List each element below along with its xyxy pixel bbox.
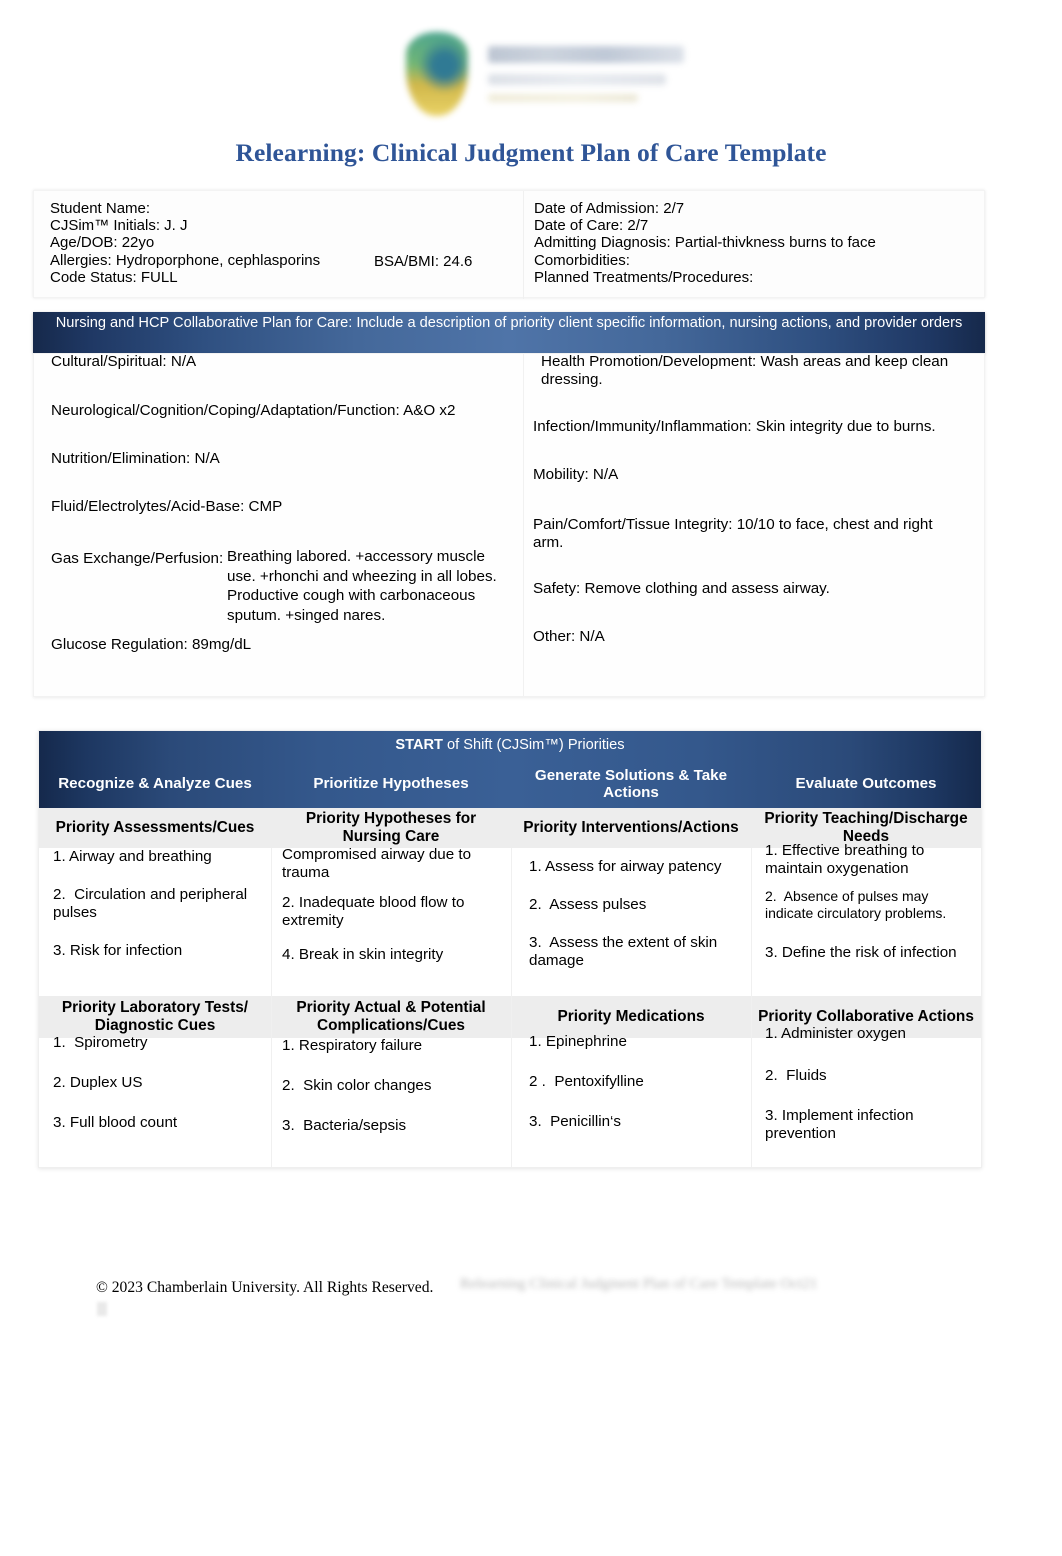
subheader-priority-interventions-actions: Priority Interventions/Actions — [523, 819, 739, 837]
footer-watermark: Relearning Clinical Judgment Plan of Car… — [460, 1276, 818, 1292]
date-of-admission-field[interactable]: Date of Admission: 2/7 — [534, 200, 974, 217]
cell-priority-collaborative-actions[interactable]: 1. Administer oxygen 2. Fluids 3. Implem… — [751, 1025, 981, 1166]
fluid-electrolytes-field[interactable]: Fluid/Electrolytes/Acid-Base: CMP — [51, 498, 506, 516]
logo-wordmark-line-1 — [488, 46, 684, 63]
date-of-care-field[interactable]: Date of Care: 2/7 — [534, 217, 974, 234]
priorities-table-title: START of Shift (CJSim™) Priorities — [39, 731, 981, 760]
planned-treatments-field[interactable]: Planned Treatments/Procedures: — [534, 269, 974, 286]
list-item: 3. Risk for infection — [53, 942, 183, 959]
age-dob-field[interactable]: Age/DOB: 22yo — [50, 234, 520, 251]
chamberlain-university-logo — [398, 28, 688, 120]
list-item: 1. Respiratory failure — [282, 1037, 423, 1054]
document-page: Relearning: Clinical Judgment Plan of Ca… — [0, 0, 1062, 1556]
safety-field[interactable]: Safety: Remove clothing and assess airwa… — [533, 580, 983, 598]
demographics-divider — [523, 191, 524, 299]
neuro-cognition-field[interactable]: Neurological/Cognition/Coping/Adaptation… — [51, 402, 506, 420]
logo-wordmark-line-3 — [488, 94, 638, 102]
admitting-diagnosis-field[interactable]: Admitting Diagnosis: Partial-thivkness b… — [534, 234, 974, 251]
list-item: 1. Effective breathing to maintain oxyge… — [765, 842, 929, 877]
subheader-priority-medications: Priority Medications — [557, 1008, 705, 1026]
shield-icon — [406, 32, 468, 116]
header-generate-solutions: Generate Solutions & Take Actions — [534, 766, 728, 802]
assessment-divider — [523, 354, 524, 696]
cell-priority-lab-tests[interactable]: 1. Spirometry 2. Duplex US 3. Full blood… — [39, 1034, 271, 1166]
column-separator — [751, 848, 752, 1167]
list-item: 2. Skin color changes — [282, 1077, 432, 1094]
cell-priority-medications[interactable]: 1. Epinephrine 2 . Pentoxifylline 3. Pen… — [511, 1033, 751, 1166]
page-title: Relearning: Clinical Judgment Plan of Ca… — [235, 138, 827, 167]
code-status-field[interactable]: Code Status: FULL — [50, 269, 520, 286]
assessment-categories-box: Cultural/Spiritual: N/A Neurological/Cog… — [33, 353, 985, 697]
list-item: 3. Penicillin‘s — [529, 1113, 622, 1130]
comorbidities-field[interactable]: Comorbidities: — [534, 252, 974, 269]
cell-priority-complications-cues[interactable]: 1. Respiratory failure 2. Skin color cha… — [271, 1037, 511, 1166]
logo-wordmark-line-2 — [488, 74, 666, 85]
list-item: 2. Circulation and peripheral pulses — [53, 886, 252, 921]
subheader-priority-lab-tests: Priority Laboratory Tests/ Diagnostic Cu… — [61, 999, 249, 1034]
list-item: 2. Fluids — [765, 1067, 827, 1084]
health-promotion-field[interactable]: Health Promotion/Development: Wash areas… — [541, 353, 983, 389]
priorities-header-row: Recognize & Analyze Cues Prioritize Hypo… — [39, 760, 981, 808]
list-item: 2. Inadequate blood flow to extremity — [282, 894, 469, 929]
header-evaluate-outcomes: Evaluate Outcomes — [795, 775, 937, 793]
list-item: 2. Assess pulses — [529, 896, 647, 913]
gas-exchange-value-first-line[interactable]: Breathing labored. +accessory muscle use… — [227, 547, 506, 625]
cjsim-initials-field[interactable]: CJSim™ Initials: J. J — [50, 217, 520, 234]
column-separator — [271, 848, 272, 1167]
list-item: 3. Assess the extent of skin damage — [529, 934, 722, 969]
bsa-bmi-field[interactable]: BSA/BMI: 24.6 — [374, 253, 472, 270]
priorities-table: START of Shift (CJSim™) Priorities Recog… — [38, 730, 982, 1168]
patient-demographics-box: Student Name: CJSim™ Initials: J. J Age/… — [33, 190, 985, 299]
demographics-right-column: Date of Admission: 2/7 Date of Care: 2/7… — [534, 200, 974, 286]
pain-comfort-field[interactable]: Pain/Comfort/Tissue Integrity: 10/10 to … — [533, 516, 965, 552]
header-recognize-analyze-cues: Recognize & Analyze Cues — [58, 775, 252, 793]
subheader-priority-hypotheses-nursing-care: Priority Hypotheses for Nursing Care — [305, 810, 477, 845]
nutrition-elimination-field[interactable]: Nutrition/Elimination: N/A — [51, 450, 506, 468]
cell-priority-hypotheses-nursing-care[interactable]: Compromised airway due to trauma 2. Inad… — [271, 846, 511, 996]
list-item: 3. Full blood count — [53, 1114, 178, 1131]
list-item: 4. Break in skin integrity — [282, 946, 444, 963]
cell-priority-interventions-actions[interactable]: 1. Assess for airway patency 2. Assess p… — [511, 848, 751, 996]
glucose-regulation-field[interactable]: Glucose Regulation: 89mg/dL — [51, 636, 506, 654]
copyright-text: © 2023 Chamberlain University. All Right… — [96, 1279, 434, 1296]
list-item: 3. Define the risk of infection — [765, 944, 957, 961]
mobility-field[interactable]: Mobility: N/A — [533, 466, 983, 484]
cell-priority-teaching-discharge[interactable]: 1. Effective breathing to maintain oxyge… — [751, 842, 981, 996]
column-separator — [511, 848, 512, 1167]
subheader-priority-complications-cues: Priority Actual & Potential Complication… — [296, 999, 486, 1034]
list-item: 1. Spirometry — [53, 1034, 148, 1051]
list-item: 2 . Pentoxifylline — [529, 1073, 644, 1090]
other-field[interactable]: Other: N/A — [533, 628, 983, 646]
cultural-spiritual-field[interactable]: Cultural/Spiritual: N/A — [51, 353, 506, 371]
list-item: 1. Airway and breathing — [53, 848, 212, 865]
list-item: 1. Assess for airway patency — [529, 858, 722, 875]
priorities-title-strong: START — [395, 737, 443, 753]
infection-immunity-field[interactable]: Infection/Immunity/Inflammation: Skin in… — [533, 418, 983, 436]
priorities-title-rest: of Shift (CJSim™) Priorities — [442, 737, 625, 753]
collaborative-plan-banner: Nursing and HCP Collaborative Plan for C… — [33, 312, 985, 353]
footer-smudge — [97, 1302, 107, 1316]
list-item: 2. Duplex US — [53, 1074, 143, 1091]
list-item: Compromised airway due to trauma — [282, 846, 476, 881]
list-item: 2. Absence of pulses may indicate circul… — [765, 888, 947, 921]
cell-priority-assessments-cues[interactable]: 1. Airway and breathing 2. Circulation a… — [39, 848, 271, 996]
gas-exchange-label: Gas Exchange/Perfusion: — [51, 550, 224, 567]
list-item: 3. Implement infection prevention — [765, 1107, 918, 1142]
subheader-priority-assessments-cues: Priority Assessments/Cues — [55, 819, 255, 837]
header-prioritize-hypotheses: Prioritize Hypotheses — [313, 775, 469, 793]
demographics-left-column: Student Name: CJSim™ Initials: J. J Age/… — [50, 200, 520, 286]
list-item: 1. Epinephrine — [529, 1033, 627, 1050]
list-item: 1. Administer oxygen — [765, 1025, 906, 1042]
list-item: 3. Bacteria/sepsis — [282, 1117, 407, 1134]
student-name-field[interactable]: Student Name: — [50, 200, 520, 217]
